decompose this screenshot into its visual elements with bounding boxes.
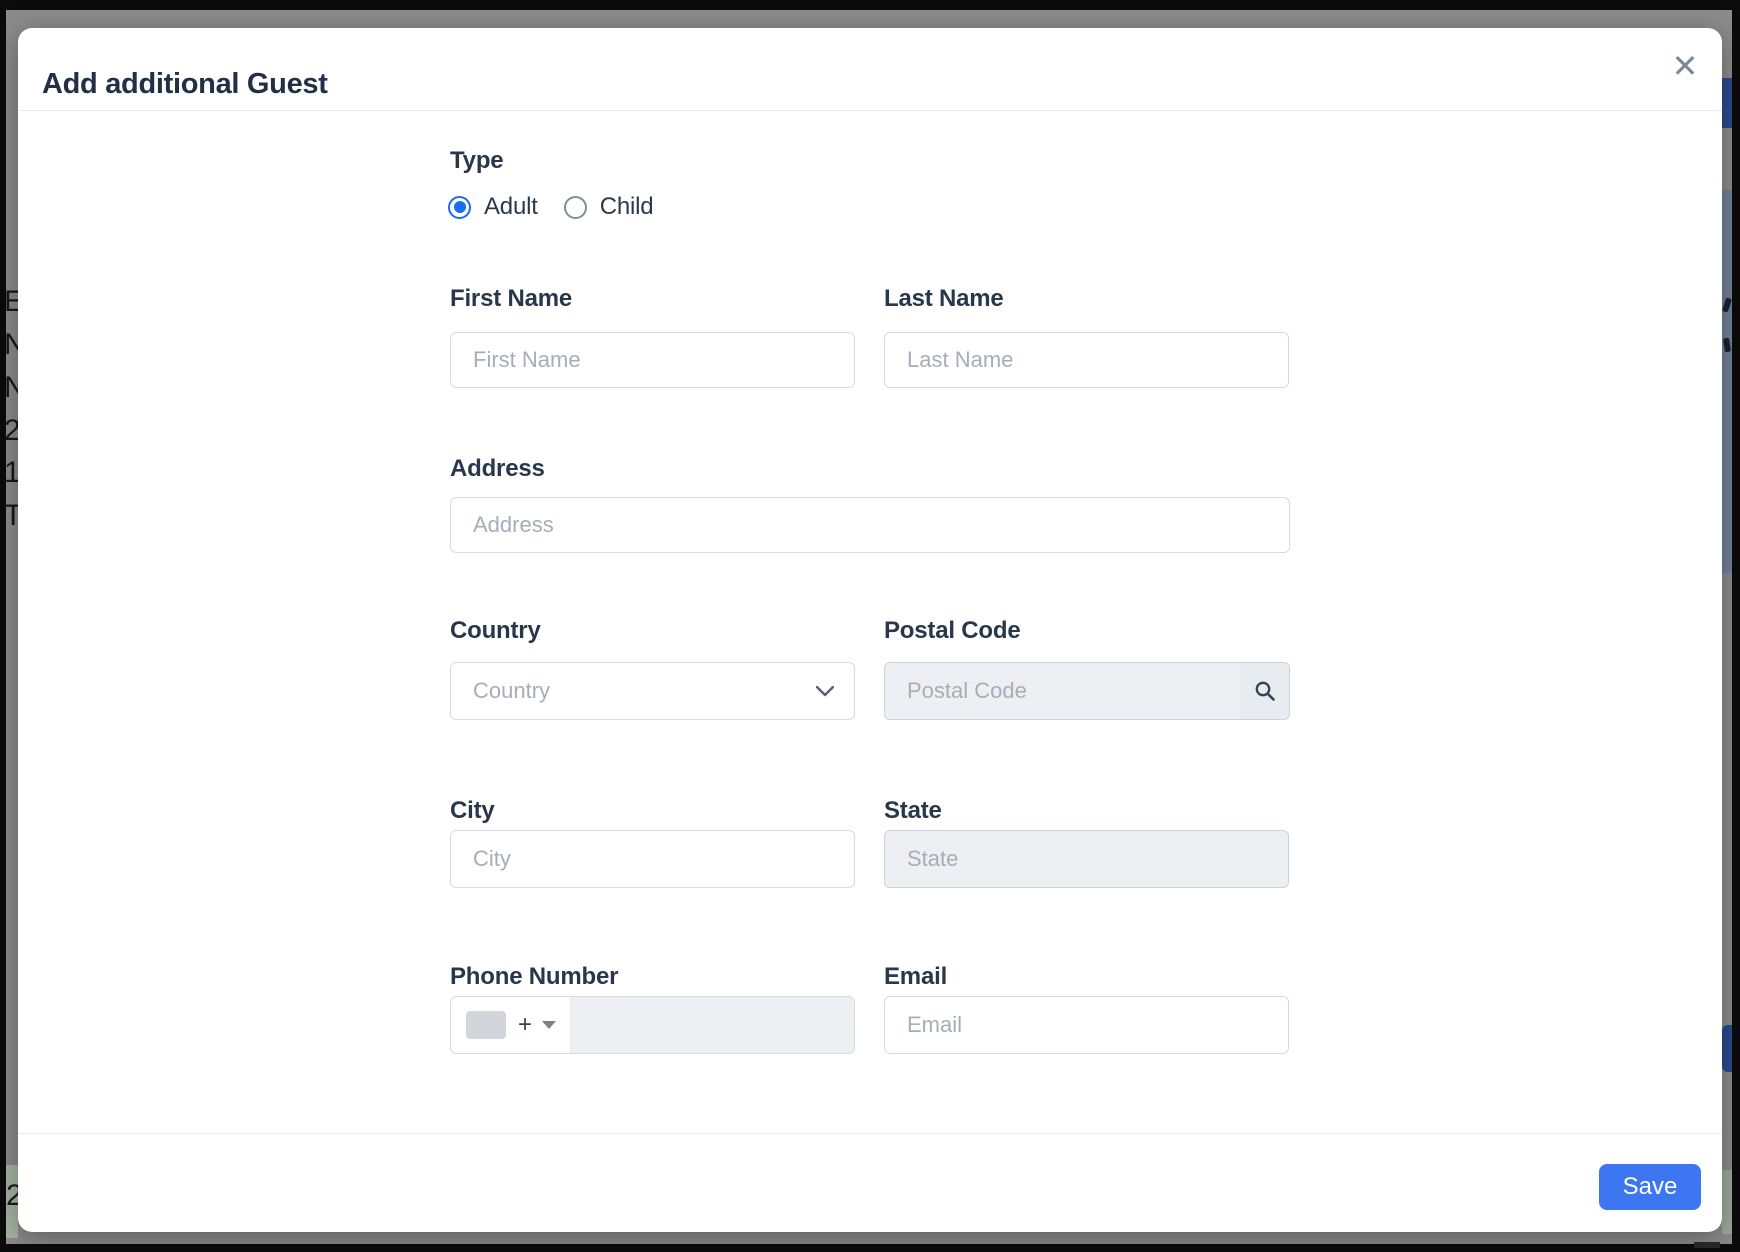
state-input [884,830,1289,888]
chevron-down-icon [816,686,834,697]
guest-type-radio-group: Adult Child [448,192,653,222]
type-label: Type [450,147,503,175]
address-label: Address [450,455,545,483]
radio-adult[interactable]: Adult [448,193,538,221]
postal-code-search-button[interactable] [1240,662,1290,720]
bg-slate-panel [1722,190,1732,573]
radio-selected-icon [448,196,471,219]
bg-artifact [1694,1242,1720,1248]
dial-code-caret-icon[interactable] [542,1021,556,1029]
first-name-input[interactable] [450,332,855,388]
country-select-value: Country [473,678,550,704]
modal-title: Add additional Guest [42,68,328,101]
postal-code-label: Postal Code [884,617,1021,645]
footer-divider [18,1133,1722,1134]
address-input[interactable] [450,497,1290,553]
bg-navy-button-edge [1722,1025,1732,1072]
add-guest-modal: Add additional Guest ✕ Type Adult Child … [18,28,1722,1232]
radio-child[interactable]: Child [564,193,654,221]
last-name-input[interactable] [884,332,1289,388]
bg-green-row-edge [1722,1170,1732,1234]
phone-number-input[interactable] [570,997,855,1053]
bg-artifact [1722,297,1732,312]
radio-adult-label: Adult [484,193,538,221]
last-name-label: Last Name [884,285,1004,313]
bg-navy-strip [1722,78,1732,128]
city-input[interactable] [450,830,855,888]
bg-artifact [1723,338,1731,353]
country-flag-icon[interactable] [466,1011,506,1039]
radio-child-label: Child [600,193,654,221]
bg-green-row-edge: 2 [6,1165,18,1238]
save-button[interactable]: Save [1599,1164,1701,1210]
country-select[interactable]: Country [450,662,855,720]
close-icon: ✕ [1672,50,1699,82]
dial-code-prefix: + [518,1011,532,1039]
country-label: Country [450,617,541,645]
city-label: City [450,797,495,825]
phone-number-label: Phone Number [450,963,618,991]
email-input[interactable] [884,996,1289,1054]
first-name-label: First Name [450,285,572,313]
postal-code-input[interactable] [884,662,1241,720]
header-divider [18,110,1722,111]
search-icon [1253,679,1277,703]
close-button[interactable]: ✕ [1661,42,1709,90]
state-label: State [884,797,942,825]
phone-number-field: + [450,996,855,1054]
radio-unselected-icon [564,196,587,219]
email-label: Email [884,963,947,991]
